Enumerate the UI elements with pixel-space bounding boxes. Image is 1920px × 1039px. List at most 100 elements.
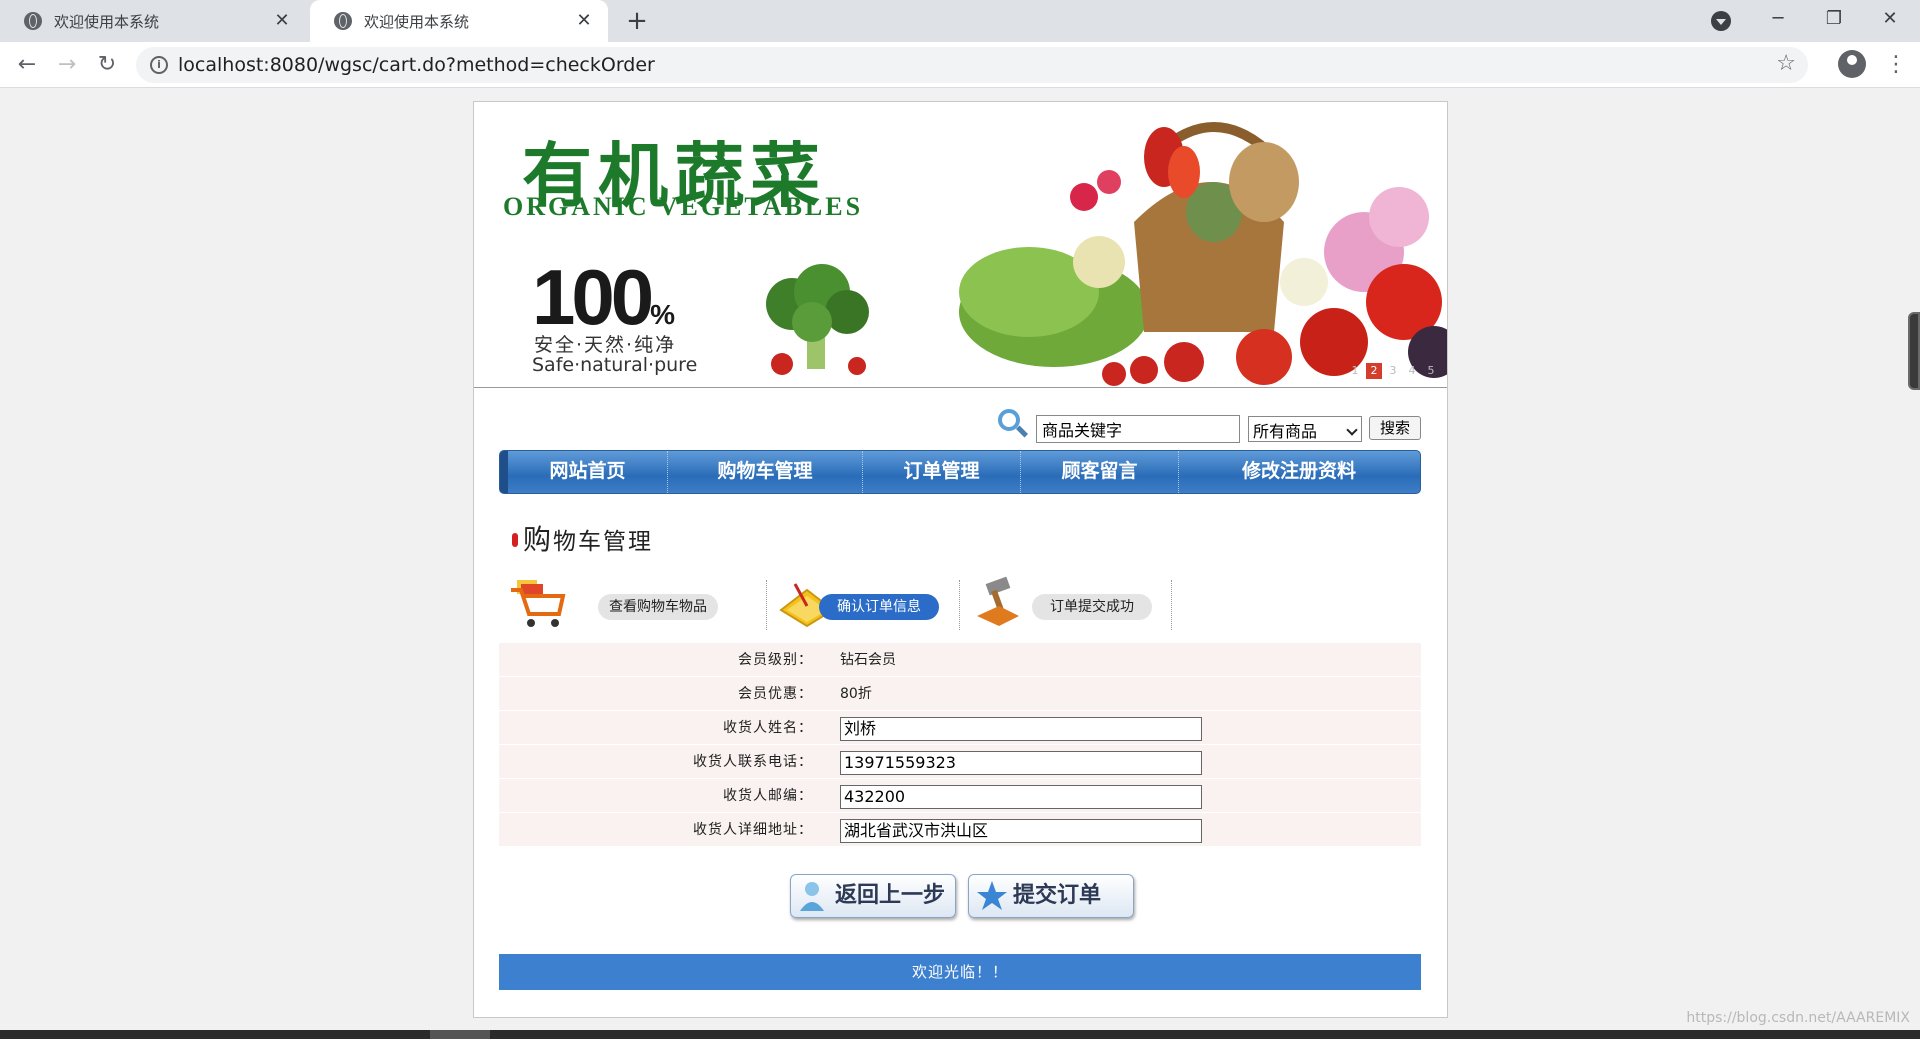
site-info-icon[interactable]: i [150,56,168,74]
step-divider [959,580,960,630]
back-arrow-icon[interactable]: ← [12,50,42,80]
recipient-name-input[interactable]: 刘桥 [840,717,1202,741]
step-confirm-order[interactable]: 确认订单信息 [819,594,939,620]
minimize-button[interactable]: ─ [1750,0,1806,40]
back-button[interactable]: 返回上一步 [790,874,956,918]
browser-tabstrip: 欢迎使用本系统 ✕ 欢迎使用本系统 ✕ + ─ ❐ ✕ [0,0,1920,42]
form-row-address: 收货人详细地址： 湖北省武汉市洪山区 [499,813,1421,847]
form-row-discount: 会员优惠： 80折 [499,677,1421,711]
slide-indicators: 1 2 3 4 5 [1347,363,1439,379]
restore-button[interactable]: ❐ [1806,0,1862,40]
section-title-rest: 物车管理 [553,529,654,555]
slogan-chinese: 安全·天然·纯净 [534,334,677,356]
recipient-zip-input[interactable]: 432200 [840,785,1202,809]
section-title-lead: 购 [523,523,554,556]
globe-icon [24,12,42,30]
member-level-label: 会员级别： [738,652,813,668]
site-banner: 有机蔬菜 ORGANIC VEGETABLES 100% 安全·天然·纯净 Sa… [474,102,1447,388]
nav-item-messages[interactable]: 顾客留言 [1021,451,1179,493]
bookmark-star-icon[interactable]: ☆ [1776,51,1796,76]
zip-label: 收货人邮编： [723,788,813,804]
globe-icon [334,12,352,30]
percent-sign: % [650,299,676,330]
search-row: 所有商品 搜索 [474,405,1447,443]
forward-arrow-icon[interactable]: → [52,50,82,80]
search-button[interactable]: 搜索 [1369,416,1421,440]
phone-cell: 13971559323 [826,745,1421,779]
discount-cell: 80折 [826,677,1421,711]
slide-dot[interactable]: 5 [1423,363,1439,379]
slide-dot[interactable]: 1 [1347,363,1363,379]
shopping-cart-icon [511,580,566,627]
form-row-phone: 收货人联系电话： 13971559323 [499,745,1421,779]
phone-label: 收货人联系电话： [693,754,813,770]
step-order-success[interactable]: 订单提交成功 [1032,594,1152,620]
tab-title: 欢迎使用本系统 [54,12,160,31]
form-row-name: 收货人姓名： 刘桥 [499,711,1421,745]
recipient-address-input[interactable]: 湖北省武汉市洪山区 [840,819,1202,843]
new-tab-button[interactable]: + [622,6,652,36]
chevron-down-icon [1346,424,1358,436]
discount-value: 80折 [840,686,872,702]
tab-search-icon[interactable] [1711,11,1731,31]
recipient-phone-input[interactable]: 13971559323 [840,751,1202,775]
slide-dot[interactable]: 4 [1404,363,1420,379]
address-cell: 湖北省武汉市洪山区 [826,813,1421,847]
nav-left-edge [500,451,508,493]
close-window-button[interactable]: ✕ [1862,0,1918,40]
nav-item-orders[interactable]: 订单管理 [863,451,1021,493]
address-bar[interactable]: i localhost:8080/wgsc/cart.do?method=che… [136,47,1808,83]
name-label: 收货人姓名： [723,720,813,736]
magnifier-icon [998,409,1020,431]
page-container: 有机蔬菜 ORGANIC VEGETABLES 100% 安全·天然·纯净 Sa… [473,101,1448,1018]
close-tab-icon[interactable]: ✕ [574,11,594,31]
vegetable-basket-image [959,122,1447,386]
checkout-steps: 查看购物车物品 确认订单信息 订单提交成功 [499,568,1421,642]
member-level-cell: 钻石会员 [826,643,1421,677]
action-buttons: 返回上一步 提交订单 [474,870,1447,920]
slide-dot-active[interactable]: 2 [1366,363,1382,379]
step-divider [766,580,767,630]
profile-avatar-icon[interactable] [1838,50,1866,78]
nav-item-cart[interactable]: 购物车管理 [668,451,863,493]
form-row-zip: 收货人邮编： 432200 [499,779,1421,813]
taskbar-strip [0,1030,1920,1039]
reload-icon[interactable]: ↻ [92,50,122,80]
submit-order-button[interactable]: 提交订单 [968,874,1134,918]
member-level-value: 钻石会员 [840,652,896,668]
browser-tab-2[interactable]: 欢迎使用本系统 ✕ [310,0,608,42]
order-form: 会员级别： 钻石会员 会员优惠： 80折 收货人姓名： 刘桥 收货人联系电话： … [499,643,1421,847]
nav-item-home[interactable]: 网站首页 [508,451,668,493]
zip-cell: 432200 [826,779,1421,813]
section-title: 购物车管理 [512,518,653,558]
slogan-english: Safe·natural·pure [532,354,698,376]
hundred-number: 100 [532,253,654,341]
nav-item-profile[interactable]: 修改注册资料 [1179,451,1419,493]
slide-dot[interactable]: 3 [1385,363,1401,379]
watermark: https://blog.csdn.net/AAAREMIX [1686,1010,1910,1026]
step-divider [1171,580,1172,630]
step-view-cart[interactable]: 查看购物车物品 [598,594,718,620]
category-select[interactable]: 所有商品 [1248,416,1362,442]
broccoli-image [766,264,869,375]
discount-label: 会员优惠： [738,686,813,702]
tab-title: 欢迎使用本系统 [364,12,470,31]
submit-button-label: 提交订单 [1013,883,1102,908]
category-selected-value: 所有商品 [1253,422,1318,441]
taskbar-thumb [430,1030,490,1039]
main-nav: 网站首页 购物车管理 订单管理 顾客留言 修改注册资料 [499,450,1421,494]
side-panel-handle[interactable] [1908,312,1920,390]
url-text[interactable]: localhost:8080/wgsc/cart.do?method=check… [178,54,655,76]
back-button-label: 返回上一步 [835,883,946,908]
red-bullet-icon [512,533,518,547]
keyword-input[interactable] [1036,415,1240,443]
star-icon [977,881,1007,910]
logo-english: ORGANIC VEGETABLES [503,192,864,221]
browser-tab-1[interactable]: 欢迎使用本系统 ✕ [0,0,306,42]
form-row-member-level: 会员级别： 钻石会员 [499,643,1421,677]
user-icon [800,882,824,911]
menu-kebab-icon[interactable]: ⋮ [1885,50,1907,80]
name-cell: 刘桥 [826,711,1421,745]
browser-toolbar: ← → ↻ i localhost:8080/wgsc/cart.do?meth… [0,42,1920,88]
close-tab-icon[interactable]: ✕ [272,11,292,31]
